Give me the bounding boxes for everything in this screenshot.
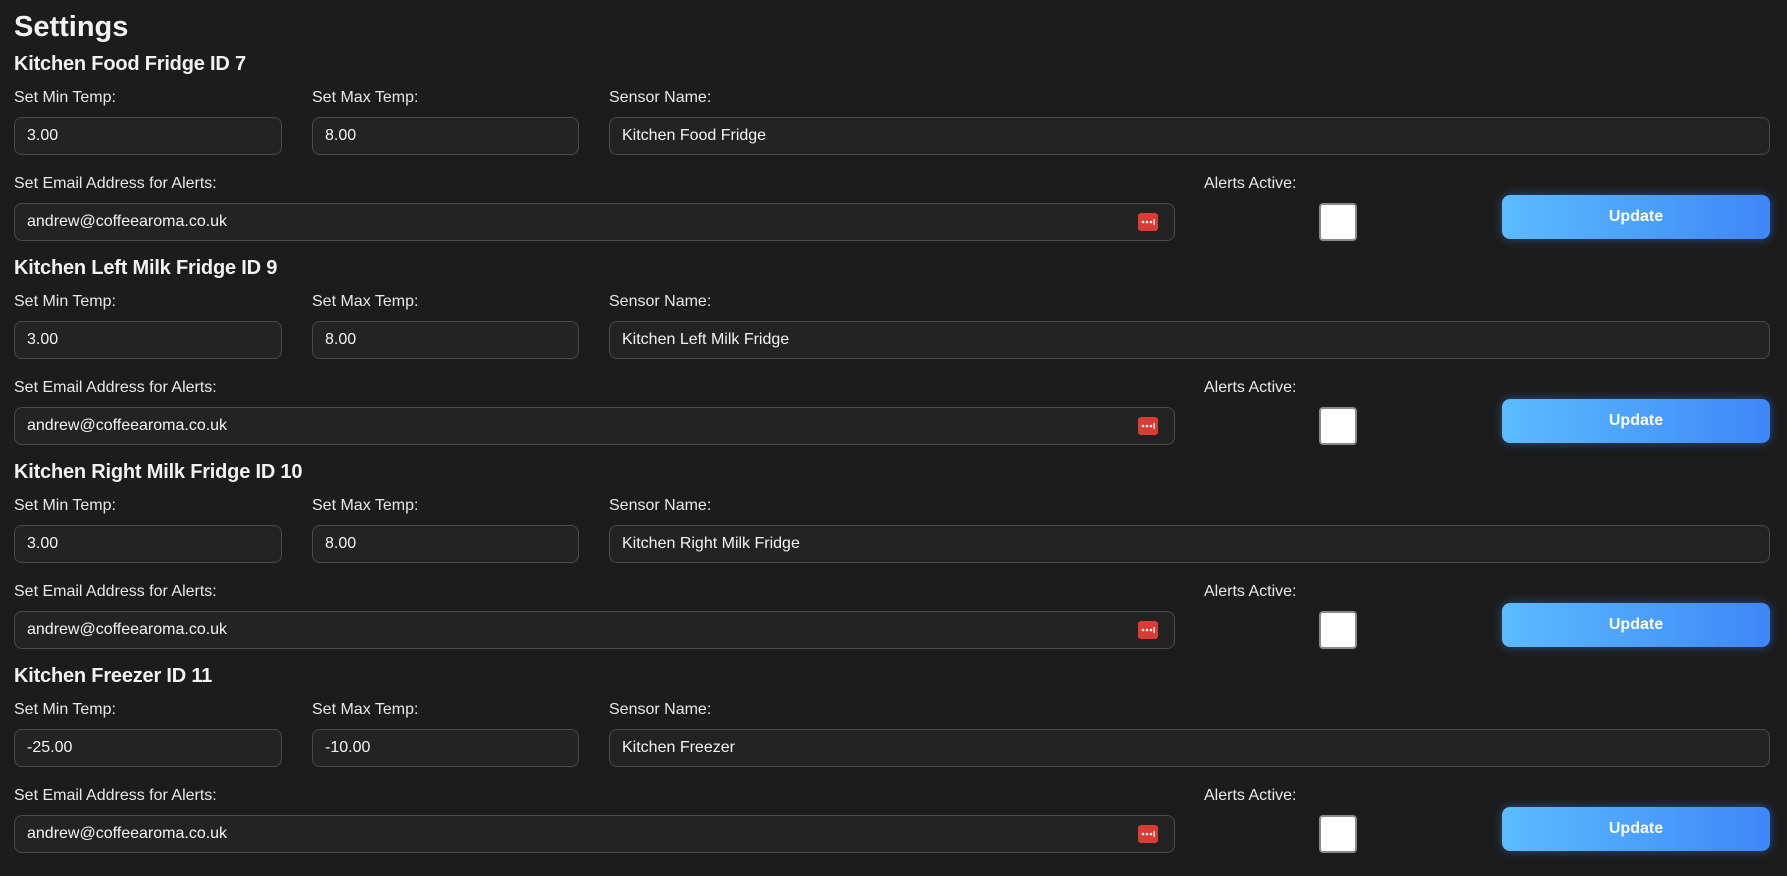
max-temp-field <box>312 321 579 359</box>
password-manager-icon[interactable] <box>1138 825 1158 843</box>
min-temp-field <box>14 729 282 767</box>
sensor-name-input[interactable] <box>610 526 1769 562</box>
update-button[interactable]: Update <box>1502 807 1770 851</box>
min-temp-field <box>14 117 282 155</box>
sensor-heading: Kitchen Food Fridge ID 7 <box>14 53 246 75</box>
email-field <box>14 203 1175 241</box>
alerts-active-label: Alerts Active: <box>1204 583 1297 600</box>
sensor-card: Kitchen Food Fridge ID 7 Set Min Temp: S… <box>0 52 1787 256</box>
sensor-name-input[interactable] <box>610 730 1769 766</box>
sensor-heading: Kitchen Left Milk Fridge ID 9 <box>14 257 278 279</box>
sensor-name-label: Sensor Name: <box>609 293 712 310</box>
email-label: Set Email Address for Alerts: <box>14 175 217 192</box>
min-temp-input[interactable] <box>15 118 281 154</box>
email-input[interactable] <box>15 612 1174 648</box>
max-temp-input[interactable] <box>313 118 578 154</box>
email-input[interactable] <box>15 204 1174 240</box>
min-temp-input[interactable] <box>15 322 281 358</box>
sensor-name-field <box>609 117 1770 155</box>
email-input[interactable] <box>15 408 1174 444</box>
max-temp-input[interactable] <box>313 322 578 358</box>
email-field <box>14 407 1175 445</box>
sensor-card: Kitchen Right Milk Fridge ID 10 Set Min … <box>0 460 1787 664</box>
sensor-name-input[interactable] <box>610 322 1769 358</box>
min-temp-input[interactable] <box>15 526 281 562</box>
password-manager-icon[interactable] <box>1138 621 1158 639</box>
max-temp-input[interactable] <box>313 526 578 562</box>
sensor-name-label: Sensor Name: <box>609 701 712 718</box>
alerts-active-label: Alerts Active: <box>1204 787 1297 804</box>
sensor-name-field <box>609 729 1770 767</box>
min-temp-label: Set Min Temp: <box>14 293 116 310</box>
max-temp-label: Set Max Temp: <box>312 701 419 718</box>
update-button[interactable]: Update <box>1502 399 1770 443</box>
min-temp-label: Set Min Temp: <box>14 701 116 718</box>
alerts-active-checkbox[interactable] <box>1319 815 1357 853</box>
email-label: Set Email Address for Alerts: <box>14 583 217 600</box>
alerts-active-checkbox[interactable] <box>1319 407 1357 445</box>
sensor-heading: Kitchen Right Milk Fridge ID 10 <box>14 461 303 483</box>
email-input[interactable] <box>15 816 1174 852</box>
settings-page: Settings Kitchen Food Fridge ID 7 Set Mi… <box>0 0 1787 876</box>
sensor-name-label: Sensor Name: <box>609 497 712 514</box>
max-temp-input[interactable] <box>313 730 578 766</box>
sensor-name-field <box>609 321 1770 359</box>
min-temp-label: Set Min Temp: <box>14 89 116 106</box>
sensor-name-input[interactable] <box>610 118 1769 154</box>
sensor-name-field <box>609 525 1770 563</box>
email-label: Set Email Address for Alerts: <box>14 787 217 804</box>
min-temp-field <box>14 321 282 359</box>
update-button[interactable]: Update <box>1502 195 1770 239</box>
password-manager-icon[interactable] <box>1138 417 1158 435</box>
page-title: Settings <box>14 11 129 43</box>
sensor-card: Kitchen Left Milk Fridge ID 9 Set Min Te… <box>0 256 1787 460</box>
sensor-heading: Kitchen Freezer ID 11 <box>14 665 213 687</box>
max-temp-field <box>312 117 579 155</box>
update-button[interactable]: Update <box>1502 603 1770 647</box>
alerts-active-label: Alerts Active: <box>1204 379 1297 396</box>
max-temp-field <box>312 525 579 563</box>
sensor-name-label: Sensor Name: <box>609 89 712 106</box>
password-manager-icon[interactable] <box>1138 213 1158 231</box>
sensor-card: Kitchen Freezer ID 11 Set Min Temp: Set … <box>0 664 1787 868</box>
min-temp-input[interactable] <box>15 730 281 766</box>
email-field <box>14 611 1175 649</box>
email-field <box>14 815 1175 853</box>
max-temp-field <box>312 729 579 767</box>
email-label: Set Email Address for Alerts: <box>14 379 217 396</box>
alerts-active-checkbox[interactable] <box>1319 203 1357 241</box>
alerts-active-label: Alerts Active: <box>1204 175 1297 192</box>
max-temp-label: Set Max Temp: <box>312 89 419 106</box>
max-temp-label: Set Max Temp: <box>312 497 419 514</box>
min-temp-label: Set Min Temp: <box>14 497 116 514</box>
max-temp-label: Set Max Temp: <box>312 293 419 310</box>
min-temp-field <box>14 525 282 563</box>
alerts-active-checkbox[interactable] <box>1319 611 1357 649</box>
